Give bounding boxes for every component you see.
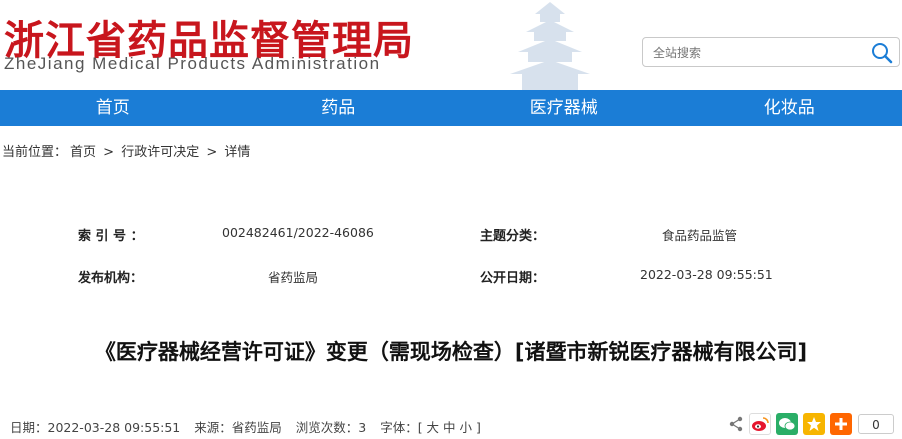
wechat-icon [779, 418, 796, 431]
breadcrumb-current: 详情 [224, 145, 251, 160]
topic-label: 主题分类： [480, 229, 546, 244]
meta-views: 浏览次数：3 [295, 420, 367, 435]
breadcrumb-link-decisions[interactable]: 行政许可决定 [121, 145, 199, 160]
share-count: 0 [858, 414, 894, 434]
nav-item-home[interactable]: 首页 [0, 90, 226, 126]
plus-icon [835, 418, 847, 430]
search-box [642, 37, 900, 67]
index-number-value: 002482461/2022-46086 [222, 225, 374, 240]
share-qzone-button[interactable] [803, 413, 825, 435]
weibo-icon [752, 417, 769, 431]
main-nav: 首页 药品 医疗器械 化妆品 [0, 90, 902, 126]
breadcrumb-separator: > [206, 145, 218, 160]
font-size-switcher[interactable]: 字体：[ 大 中 小 ] [380, 420, 481, 435]
publish-date-label: 公开日期： [480, 271, 546, 286]
publisher-value: 省药监局 [268, 270, 319, 285]
share-weibo-button[interactable] [749, 413, 771, 435]
nav-item-cosmetics[interactable]: 化妆品 [677, 90, 902, 126]
nav-item-drugs[interactable]: 药品 [226, 90, 452, 126]
search-icon[interactable] [871, 42, 893, 64]
breadcrumb-link-home[interactable]: 首页 [70, 145, 96, 160]
article-meta: 日期：2022-03-28 09:55:51 来源：省药监局 浏览次数：3 字体… [10, 417, 491, 436]
meta-source: 来源：省药监局 [194, 420, 282, 435]
publisher-label: 发布机构： [78, 271, 144, 286]
share-wechat-button[interactable] [776, 413, 798, 435]
nav-item-medical-devices[interactable]: 医疗器械 [451, 90, 677, 126]
site-header: 浙江省药品监督管理局 ZheJiang Medical Products Adm… [0, 0, 902, 90]
share-bar: 0 [728, 412, 894, 436]
meta-date: 日期：2022-03-28 09:55:51 [10, 420, 181, 435]
index-number-label: 索 引 号 ： [78, 229, 144, 244]
share-more-button[interactable] [830, 413, 852, 435]
pagoda-watermark-icon [510, 2, 590, 90]
publish-date-value: 2022-03-28 09:55:51 [640, 267, 773, 282]
article-title: 《医疗器械经营许可证》变更（需现场检查）[诸暨市新锐医疗器械有限公司] [94, 340, 808, 364]
breadcrumb-prefix: 当前位置： [2, 145, 68, 160]
breadcrumb-separator: > [103, 145, 115, 160]
topic-value: 食品药品监管 [662, 228, 738, 243]
search-input[interactable] [651, 42, 865, 64]
breadcrumb: 当前位置： 首页 > 行政许可决定 > 详情 [2, 141, 253, 160]
star-icon [807, 417, 821, 431]
share-icon[interactable] [728, 416, 744, 432]
site-subtitle: ZheJiang Medical Products Administration [4, 54, 381, 73]
